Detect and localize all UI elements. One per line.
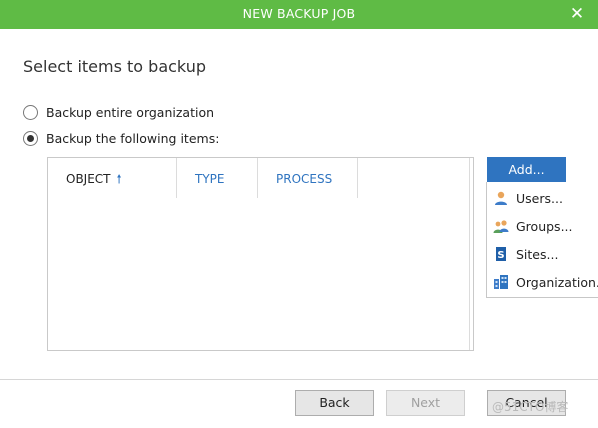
column-header-object[interactable]: OBJECT 🠕: [48, 158, 177, 198]
back-button[interactable]: Back: [295, 390, 374, 416]
group-icon: [493, 220, 509, 233]
column-header-process[interactable]: PROCESS: [258, 158, 358, 198]
column-header-type[interactable]: TYPE: [177, 158, 258, 198]
watermark: @51CTO博客: [492, 400, 569, 414]
scrollbar-divider: [469, 158, 470, 350]
add-button[interactable]: Add...: [487, 157, 566, 182]
user-icon: [495, 191, 507, 205]
radio-entire-organization[interactable]: Backup entire organization: [23, 103, 214, 121]
svg-text:S: S: [497, 250, 504, 261]
footer-divider: [0, 379, 598, 380]
organization-icon: [494, 275, 508, 289]
add-dropdown-menu: Users... Groups... S Sites... Organizati…: [486, 182, 598, 298]
window-title: NEW BACKUP JOB: [242, 6, 356, 21]
close-icon[interactable]: ✕: [566, 3, 588, 25]
menu-item-label: Users...: [516, 190, 563, 206]
menu-item-label: Organization...: [516, 274, 598, 290]
column-label: OBJECT: [66, 172, 111, 186]
radio-button[interactable]: [23, 104, 38, 120]
menu-item-groups[interactable]: Groups...: [487, 212, 598, 240]
menu-item-sites[interactable]: S Sites...: [487, 240, 598, 268]
menu-item-label: Sites...: [516, 246, 559, 262]
radio-label: Backup entire organization: [46, 104, 215, 120]
column-label: TYPE: [195, 172, 225, 186]
next-button[interactable]: Next: [386, 390, 465, 416]
page-title: Select items to backup: [23, 57, 206, 76]
column-label: PROCESS: [276, 172, 333, 186]
menu-item-label: Groups...: [516, 218, 573, 234]
radio-following-items[interactable]: Backup the following items:: [23, 129, 219, 147]
items-grid[interactable]: OBJECT 🠕 TYPE PROCESS: [47, 157, 474, 351]
menu-item-organization[interactable]: Organization...: [487, 268, 598, 296]
title-bar: NEW BACKUP JOB ✕: [0, 0, 598, 29]
sort-ascending-icon: 🠕: [116, 172, 122, 186]
sharepoint-icon: S: [496, 247, 506, 261]
radio-button-checked[interactable]: [23, 130, 38, 146]
menu-item-users[interactable]: Users...: [487, 184, 598, 212]
radio-label: Backup the following items:: [46, 130, 220, 146]
